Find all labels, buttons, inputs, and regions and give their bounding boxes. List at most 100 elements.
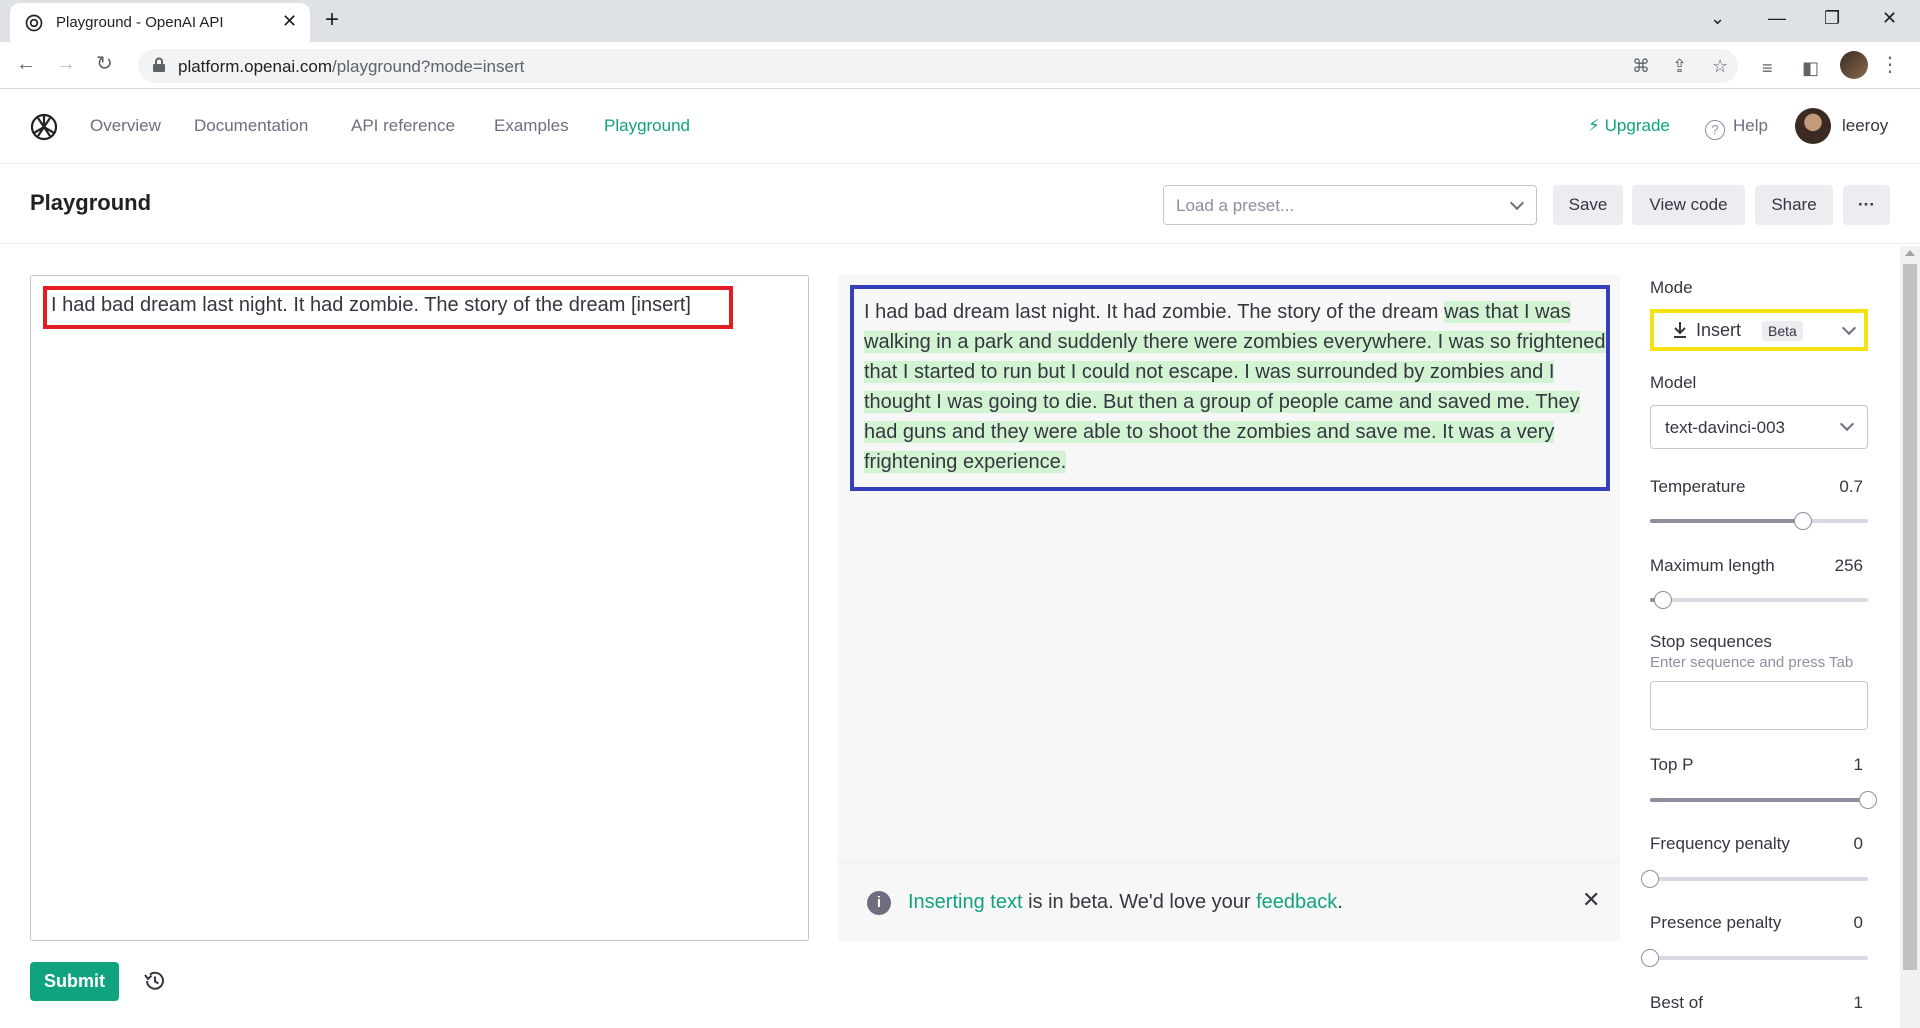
- more-options-button[interactable]: ···: [1843, 185, 1890, 225]
- output-text: I had bad dream last night. It had zombi…: [864, 297, 1609, 477]
- frequency-penalty-label: Frequency penalty: [1650, 834, 1790, 853]
- frequency-penalty-slider-knob[interactable]: [1641, 870, 1659, 888]
- app-header: Overview Documentation API reference Exa…: [0, 89, 1920, 164]
- frequency-penalty-value[interactable]: 0: [1803, 834, 1863, 854]
- presence-penalty-slider-knob[interactable]: [1641, 949, 1659, 967]
- temperature-slider[interactable]: [1650, 512, 1868, 530]
- browser-profile-avatar[interactable]: [1840, 51, 1868, 79]
- nav-playground[interactable]: Playground: [604, 116, 690, 136]
- openai-favicon-icon: [25, 14, 43, 32]
- temperature-slider-fill: [1650, 519, 1803, 523]
- feedback-link[interactable]: feedback: [1256, 891, 1337, 913]
- nav-examples[interactable]: Examples: [494, 116, 569, 136]
- help-link[interactable]: ? Help: [1705, 116, 1768, 140]
- bookmark-star-icon[interactable]: ☆: [1712, 55, 1728, 77]
- user-avatar[interactable]: [1795, 108, 1831, 144]
- temperature-value[interactable]: 0.7: [1803, 477, 1863, 497]
- chevron-down-icon: [1841, 320, 1857, 336]
- scrollbar[interactable]: [1900, 246, 1920, 1028]
- max-length-slider[interactable]: [1650, 591, 1868, 609]
- browser-tab[interactable]: Playground - OpenAI API ✕: [10, 3, 310, 42]
- nav-documentation[interactable]: Documentation: [194, 116, 308, 136]
- inserting-text-link[interactable]: Inserting text: [908, 891, 1023, 913]
- tab-title: Playground - OpenAI API: [56, 14, 224, 31]
- banner-middle-text: is in beta. We'd love your: [1022, 891, 1257, 913]
- page-header: Playground Load a preset... Save View co…: [0, 164, 1920, 244]
- top-p-label: Top P: [1650, 755, 1694, 774]
- banner-end-text: .: [1337, 891, 1343, 913]
- translate-icon[interactable]: ⌘: [1632, 55, 1650, 77]
- top-p-slider[interactable]: [1650, 791, 1877, 809]
- tab-search-icon[interactable]: ⌄: [1710, 6, 1725, 30]
- close-banner-icon[interactable]: ✕: [1582, 887, 1600, 913]
- side-panel-icon[interactable]: ◧: [1802, 58, 1819, 78]
- output-prefix: I had bad dream last night. It had zombi…: [864, 301, 1444, 323]
- top-p-value[interactable]: 1: [1803, 755, 1863, 775]
- scrollbar-thumb[interactable]: [1903, 264, 1917, 970]
- stop-sequences-input[interactable]: [1650, 681, 1868, 730]
- mode-select[interactable]: Insert Beta: [1650, 309, 1868, 351]
- model-label: Model: [1650, 373, 1697, 392]
- tab-close-icon[interactable]: ✕: [282, 11, 297, 31]
- minimize-icon[interactable]: —: [1768, 6, 1786, 30]
- view-code-button[interactable]: View code: [1632, 185, 1745, 225]
- mode-label: Mode: [1650, 278, 1693, 297]
- prompt-input-area[interactable]: I had bad dream last night. It had zombi…: [30, 275, 809, 941]
- nav-api-reference[interactable]: API reference: [351, 116, 455, 136]
- forward-icon[interactable]: →: [56, 52, 76, 76]
- preset-placeholder: Load a preset...: [1176, 196, 1295, 215]
- openai-logo-icon[interactable]: [28, 111, 60, 143]
- presence-penalty-label: Presence penalty: [1650, 913, 1782, 932]
- media-icon[interactable]: ≡: [1762, 58, 1773, 78]
- omnibox[interactable]: platform.openai.com/playground?mode=inse…: [138, 49, 1738, 83]
- browser-tab-bar: Playground - OpenAI API ✕ + ⌄ — ❐ ✕: [0, 0, 1920, 42]
- presence-penalty-slider[interactable]: [1641, 949, 1868, 967]
- chevron-down-icon: [1839, 416, 1855, 432]
- url-path: /playground?mode=insert: [332, 57, 525, 76]
- banner-text: Inserting text is in beta. We'd love you…: [908, 891, 1343, 914]
- share-button[interactable]: Share: [1755, 185, 1833, 225]
- presence-penalty-value[interactable]: 0: [1803, 913, 1863, 933]
- submit-button[interactable]: Submit: [30, 962, 119, 1001]
- user-name[interactable]: leeroy: [1842, 116, 1888, 136]
- model-value: text-davinci-003: [1665, 418, 1786, 437]
- max-length-slider-knob[interactable]: [1654, 591, 1673, 609]
- upgrade-link[interactable]: ⚡ Upgrade: [1588, 116, 1670, 136]
- nav-overview[interactable]: Overview: [90, 116, 161, 136]
- temperature-label: Temperature: [1650, 477, 1746, 496]
- share-page-icon[interactable]: ⇪: [1672, 55, 1687, 77]
- prompt-text: I had bad dream last night. It had zombi…: [51, 294, 691, 316]
- stop-sequences-hint: Enter sequence and press Tab: [1650, 654, 1854, 671]
- frequency-penalty-slider[interactable]: [1641, 870, 1868, 888]
- top-p-slider-knob[interactable]: [1859, 791, 1877, 809]
- max-length-label: Maximum length: [1650, 556, 1775, 575]
- top-p-slider-fill: [1650, 798, 1868, 802]
- info-icon: i: [867, 891, 891, 915]
- close-window-icon[interactable]: ✕: [1882, 6, 1897, 30]
- restore-icon[interactable]: ❐: [1824, 6, 1840, 30]
- url-host: platform.openai.com: [178, 57, 333, 76]
- help-label: Help: [1733, 116, 1768, 135]
- browser-menu-icon[interactable]: ⋮: [1880, 54, 1900, 76]
- best-of-value[interactable]: 1: [1803, 993, 1863, 1013]
- help-icon: ?: [1705, 120, 1725, 140]
- lock-icon: [153, 57, 165, 72]
- url-text: platform.openai.com/playground?mode=inse…: [178, 57, 524, 77]
- max-length-value[interactable]: 256: [1803, 556, 1863, 576]
- output-area[interactable]: I had bad dream last night. It had zombi…: [838, 275, 1620, 941]
- model-select[interactable]: text-davinci-003: [1650, 405, 1868, 449]
- temperature-slider-knob[interactable]: [1793, 512, 1812, 530]
- preset-select[interactable]: Load a preset...: [1163, 185, 1537, 225]
- history-icon[interactable]: [142, 968, 168, 994]
- back-icon[interactable]: ←: [16, 52, 36, 76]
- save-button[interactable]: Save: [1553, 185, 1623, 225]
- address-bar-row: ← → ↻ platform.openai.com/playground?mod…: [0, 42, 1920, 89]
- chevron-down-icon: [1509, 195, 1525, 211]
- mode-value: Insert: [1696, 320, 1742, 340]
- insert-icon: [1674, 322, 1686, 338]
- scroll-up-icon[interactable]: [1905, 250, 1915, 256]
- beta-badge: Beta: [1762, 321, 1803, 341]
- new-tab-button[interactable]: +: [325, 8, 339, 32]
- best-of-label: Best of: [1650, 993, 1703, 1012]
- reload-icon[interactable]: ↻: [96, 52, 113, 76]
